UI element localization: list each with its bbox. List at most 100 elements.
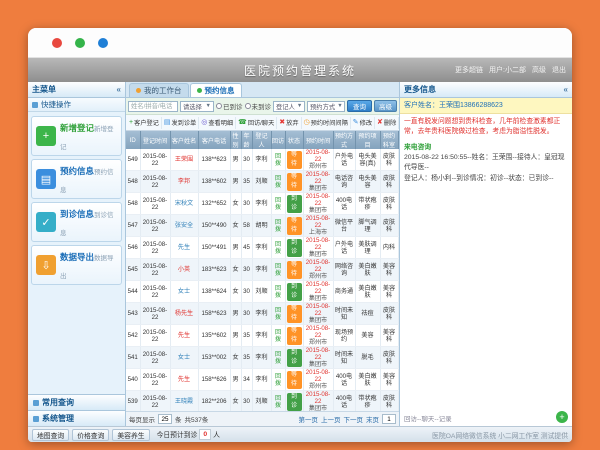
status-badge: 等待 [287, 327, 302, 345]
customer-name-link[interactable]: 张安全 [175, 222, 193, 229]
customer-name-link[interactable]: 小英 [178, 266, 190, 273]
table-row[interactable]: 5412015-08-22女士153**002女35李利回拨到诊2015-08-… [126, 347, 398, 369]
page-number-input[interactable] [382, 414, 396, 424]
cell-status: 到诊 [285, 391, 303, 412]
panel-collapse-icon[interactable]: « [564, 85, 568, 94]
column-header[interactable]: 年龄 [241, 131, 252, 149]
column-header[interactable]: 登记人 [252, 131, 271, 149]
column-header[interactable]: 预约科室 [380, 131, 398, 149]
statusbar-button-美容养生[interactable]: 美容养生 [112, 429, 149, 441]
callback-link[interactable]: 回拨 [275, 329, 281, 343]
callback-link[interactable]: 回拨 [275, 219, 281, 233]
sidebar-section-系统管理[interactable]: 系统管理 [28, 410, 125, 426]
per-page-input[interactable] [158, 414, 172, 424]
form-icon: ▤ [36, 169, 56, 189]
table-row[interactable]: 5462015-08-22先生150**491男45李利回拨到诊2015-08-… [126, 237, 398, 259]
toolbar-button-删除[interactable]: ✘删除 [375, 117, 399, 129]
toolbar-button-放弃[interactable]: ✖放弃 [277, 117, 301, 129]
table-row[interactable]: 5402015-08-22先生158**626男34李利回拨等待2015-08-… [126, 369, 398, 391]
table-row[interactable]: 5472015-08-22张安全150**490女58胡明回拨等待2015-08… [126, 215, 398, 237]
callback-link[interactable]: 回拨 [275, 285, 281, 299]
tab-预约信息[interactable]: 预约信息 [190, 83, 242, 97]
sidebar-section-quick-actions[interactable]: 快捷操作 [28, 98, 125, 112]
table-row[interactable]: 5482015-08-22宋秋文132**652女30李利回拨到诊2015-08… [126, 193, 398, 215]
table-row[interactable]: 5442015-08-22女士138**624女30刘顺回拨到诊2015-08-… [126, 281, 398, 303]
sidebar-item-预约信息[interactable]: ▤预约信息预约信息 [31, 159, 122, 199]
callback-link[interactable]: 回拨 [275, 351, 281, 365]
toolbar-button-客户登记[interactable]: +客户登记 [127, 117, 162, 129]
titlebar-link[interactable]: 退出 [552, 65, 566, 75]
registrar-select[interactable]: 登记人 ▼ [273, 101, 305, 112]
column-header[interactable]: 状态 [285, 131, 303, 149]
column-header[interactable]: 预约时间 [303, 131, 333, 149]
statusbar-button-价格查询[interactable]: 价格查询 [72, 429, 109, 441]
sidebar-item-数据导出[interactable]: ⇩数据导出数据导出 [31, 245, 122, 285]
window-close-icon[interactable] [52, 38, 62, 48]
callback-link[interactable]: 回拨 [275, 373, 281, 387]
booking-method-select[interactable]: 预约方式 ▼ [307, 101, 345, 112]
table-scrollbar[interactable]: ▲ ▼ [399, 131, 400, 411]
callback-link[interactable]: 回拨 [275, 197, 281, 211]
callback-link[interactable]: 回拨 [275, 241, 281, 255]
toolbar-button-修改[interactable]: ✎修改 [351, 117, 375, 129]
table-row[interactable]: 5452015-08-22小英183**623女30李利回拨等待2015-08-… [126, 259, 398, 281]
customer-name-link[interactable]: 女士 [178, 288, 190, 295]
column-header[interactable]: 客户电话 [198, 131, 230, 149]
toolbar-button-回访/聊天[interactable]: ☎回访/聊天 [236, 117, 277, 129]
customer-name-link[interactable]: 王荣围 [175, 156, 193, 163]
customer-name-link[interactable]: 先生 [178, 376, 190, 383]
page-link-下一页[interactable]: 下一页 [344, 414, 364, 424]
callback-link[interactable]: 回拨 [275, 395, 281, 409]
table-row[interactable]: 5492015-08-22王荣围138**623男30李利回拨等待2015-08… [126, 149, 398, 171]
column-header[interactable]: 预约项目 [355, 131, 380, 149]
table-row[interactable]: 5422015-08-22先生135**602男35李利回拨等待2015-08-… [126, 325, 398, 347]
titlebar-link[interactable]: 更多超链 [455, 65, 483, 75]
column-header[interactable]: 预约方式 [333, 131, 355, 149]
callback-link[interactable]: 回拨 [275, 307, 281, 321]
column-header[interactable]: 登记时间 [140, 131, 170, 149]
search-input[interactable] [128, 101, 178, 112]
toolbar-button-查看明细[interactable]: ◎查看明细 [199, 117, 236, 129]
customer-name-link[interactable]: 王晓霞 [175, 398, 193, 405]
appointment-date: 2015-08-22 [305, 259, 332, 273]
customer-name-link[interactable]: 先生 [178, 244, 190, 251]
arrived-checkbox[interactable]: 已到诊 [216, 101, 243, 111]
page-link-末页[interactable]: 末页 [366, 414, 379, 424]
window-minimize-icon[interactable] [75, 38, 85, 48]
customer-name-link[interactable]: 杨先生 [175, 310, 193, 317]
statusbar-button-地图查询[interactable]: 地图查询 [32, 429, 69, 441]
customer-highlight[interactable]: 客户姓名：王荣围13866288623 [400, 98, 572, 114]
column-header[interactable]: 客户姓名 [170, 131, 198, 149]
column-header[interactable]: ID [126, 131, 140, 149]
customer-name-link[interactable]: 李邦 [178, 178, 190, 185]
titlebar-link[interactable]: 高级 [532, 65, 546, 75]
advanced-button[interactable]: 高级 [374, 100, 397, 112]
window-maximize-icon[interactable] [98, 38, 108, 48]
customer-name-link[interactable]: 宋秋文 [175, 200, 193, 207]
page-link-第一页[interactable]: 第一页 [299, 414, 319, 424]
query-button[interactable]: 查询 [347, 100, 372, 112]
sidebar-item-新增登记[interactable]: +新增登记新增登记 [31, 116, 122, 156]
customer-name-link[interactable]: 先生 [178, 332, 190, 339]
table-row[interactable]: 5392015-08-22王晓霞182**206女30刘顺回拨到诊2015-08… [126, 391, 398, 412]
column-header[interactable]: 性别 [230, 131, 241, 149]
tab-我的工作台[interactable]: 我的工作台 [129, 83, 189, 97]
sidebar-collapse-icon[interactable]: « [117, 85, 121, 94]
add-record-button[interactable]: + [556, 411, 568, 423]
sidebar-section-常用查询[interactable]: 常用查询 [28, 394, 125, 410]
toolbar-button-预约时间间隔[interactable]: ◷预约时间间隔 [302, 117, 351, 129]
column-header[interactable]: 回访 [271, 131, 285, 149]
page-link-上一页[interactable]: 上一页 [321, 414, 341, 424]
cell-phone: 153**002 [198, 347, 230, 369]
filter-select[interactable]: 请选择 ▼ [180, 101, 214, 112]
sidebar-item-到诊信息[interactable]: ✓到诊信息到诊信息 [31, 202, 122, 242]
callback-link[interactable]: 回拨 [275, 263, 281, 277]
table-row[interactable]: 5432015-08-22杨先生158**623男30李利回拨等待2015-08… [126, 303, 398, 325]
not-arrived-checkbox[interactable]: 未到诊 [245, 101, 272, 111]
table-row[interactable]: 5482015-08-22李邦138**602男35刘顺回拨等待2015-08-… [126, 171, 398, 193]
callback-link[interactable]: 回拨 [275, 153, 281, 167]
titlebar-link[interactable]: 用户:小二部 [489, 65, 526, 75]
toolbar-button-发到诊单[interactable]: ▤发到诊单 [162, 117, 199, 129]
callback-link[interactable]: 回拨 [275, 175, 281, 189]
customer-name-link[interactable]: 女士 [178, 354, 190, 361]
